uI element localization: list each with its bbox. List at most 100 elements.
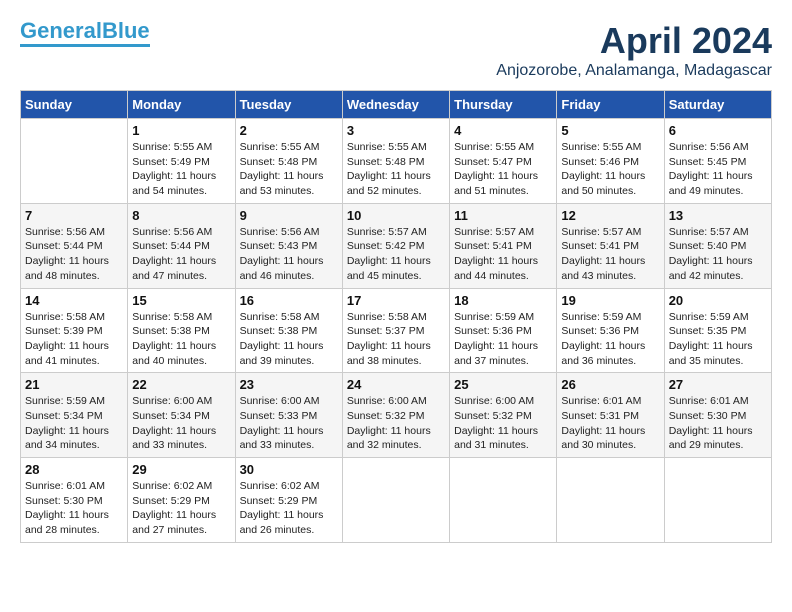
calendar-day-cell: 9 Sunrise: 5:56 AMSunset: 5:43 PMDaylight… <box>235 203 342 288</box>
calendar-day-cell: 1 Sunrise: 5:55 AMSunset: 5:49 PMDaylight… <box>128 119 235 204</box>
day-number: 6 <box>669 123 767 138</box>
calendar-day-cell: 8 Sunrise: 5:56 AMSunset: 5:44 PMDaylight… <box>128 203 235 288</box>
calendar-day-cell: 4 Sunrise: 5:55 AMSunset: 5:47 PMDaylight… <box>450 119 557 204</box>
day-info: Sunrise: 5:57 AMSunset: 5:40 PMDaylight:… <box>669 225 767 284</box>
calendar-header-row: SundayMondayTuesdayWednesdayThursdayFrid… <box>21 91 772 119</box>
day-number: 1 <box>132 123 230 138</box>
day-number: 3 <box>347 123 445 138</box>
day-info: Sunrise: 5:57 AMSunset: 5:42 PMDaylight:… <box>347 225 445 284</box>
day-number: 20 <box>669 293 767 308</box>
calendar-header-cell: Saturday <box>664 91 771 119</box>
day-info: Sunrise: 6:01 AMSunset: 5:30 PMDaylight:… <box>25 479 123 538</box>
day-number: 29 <box>132 462 230 477</box>
calendar-week-row: 1 Sunrise: 5:55 AMSunset: 5:49 PMDaylight… <box>21 119 772 204</box>
day-number: 4 <box>454 123 552 138</box>
day-number: 16 <box>240 293 338 308</box>
day-info: Sunrise: 6:02 AMSunset: 5:29 PMDaylight:… <box>132 479 230 538</box>
calendar-body: 1 Sunrise: 5:55 AMSunset: 5:49 PMDaylight… <box>21 119 772 543</box>
day-number: 11 <box>454 208 552 223</box>
day-info: Sunrise: 6:02 AMSunset: 5:29 PMDaylight:… <box>240 479 338 538</box>
day-number: 28 <box>25 462 123 477</box>
calendar-day-cell: 11 Sunrise: 5:57 AMSunset: 5:41 PMDayligh… <box>450 203 557 288</box>
calendar-week-row: 28 Sunrise: 6:01 AMSunset: 5:30 PMDayligh… <box>21 458 772 543</box>
calendar-day-cell: 21 Sunrise: 5:59 AMSunset: 5:34 PMDayligh… <box>21 373 128 458</box>
day-number: 17 <box>347 293 445 308</box>
calendar-day-cell: 24 Sunrise: 6:00 AMSunset: 5:32 PMDayligh… <box>342 373 449 458</box>
day-info: Sunrise: 5:55 AMSunset: 5:49 PMDaylight:… <box>132 140 230 199</box>
day-info: Sunrise: 5:56 AMSunset: 5:43 PMDaylight:… <box>240 225 338 284</box>
day-number: 2 <box>240 123 338 138</box>
day-number: 8 <box>132 208 230 223</box>
calendar-day-cell: 2 Sunrise: 5:55 AMSunset: 5:48 PMDaylight… <box>235 119 342 204</box>
day-info: Sunrise: 6:01 AMSunset: 5:30 PMDaylight:… <box>669 394 767 453</box>
day-info: Sunrise: 5:57 AMSunset: 5:41 PMDaylight:… <box>454 225 552 284</box>
calendar-week-row: 14 Sunrise: 5:58 AMSunset: 5:39 PMDayligh… <box>21 288 772 373</box>
day-info: Sunrise: 6:00 AMSunset: 5:32 PMDaylight:… <box>454 394 552 453</box>
calendar-day-cell: 22 Sunrise: 6:00 AMSunset: 5:34 PMDayligh… <box>128 373 235 458</box>
calendar-week-row: 7 Sunrise: 5:56 AMSunset: 5:44 PMDaylight… <box>21 203 772 288</box>
calendar-day-cell: 26Sunrise: 6:01 AMSunset: 5:31 PMDayligh… <box>557 373 664 458</box>
calendar-header-cell: Friday <box>557 91 664 119</box>
logo-part2: Blue <box>102 18 150 43</box>
calendar-header-cell: Wednesday <box>342 91 449 119</box>
calendar-day-cell: 16 Sunrise: 5:58 AMSunset: 5:38 PMDayligh… <box>235 288 342 373</box>
logo-part1: General <box>20 18 102 43</box>
logo-underline <box>20 44 150 47</box>
calendar-table: SundayMondayTuesdayWednesdayThursdayFrid… <box>20 90 772 543</box>
calendar-day-cell: 12Sunrise: 5:57 AMSunset: 5:41 PMDayligh… <box>557 203 664 288</box>
calendar-day-cell <box>21 119 128 204</box>
calendar-day-cell <box>342 458 449 543</box>
calendar-day-cell: 6 Sunrise: 5:56 AMSunset: 5:45 PMDaylight… <box>664 119 771 204</box>
day-number: 22 <box>132 377 230 392</box>
calendar-day-cell <box>664 458 771 543</box>
calendar-day-cell: 30 Sunrise: 6:02 AMSunset: 5:29 PMDayligh… <box>235 458 342 543</box>
calendar-day-cell: 20 Sunrise: 5:59 AMSunset: 5:35 PMDayligh… <box>664 288 771 373</box>
day-info: Sunrise: 5:58 AMSunset: 5:38 PMDaylight:… <box>132 310 230 369</box>
calendar-header-cell: Monday <box>128 91 235 119</box>
calendar-week-row: 21 Sunrise: 5:59 AMSunset: 5:34 PMDayligh… <box>21 373 772 458</box>
day-info: Sunrise: 6:01 AMSunset: 5:31 PMDaylight:… <box>561 394 659 453</box>
day-info: Sunrise: 6:00 AMSunset: 5:33 PMDaylight:… <box>240 394 338 453</box>
calendar-day-cell: 17 Sunrise: 5:58 AMSunset: 5:37 PMDayligh… <box>342 288 449 373</box>
day-info: Sunrise: 5:55 AMSunset: 5:47 PMDaylight:… <box>454 140 552 199</box>
day-number: 15 <box>132 293 230 308</box>
day-number: 5 <box>561 123 659 138</box>
calendar-day-cell: 10 Sunrise: 5:57 AMSunset: 5:42 PMDayligh… <box>342 203 449 288</box>
day-info: Sunrise: 5:56 AMSunset: 5:45 PMDaylight:… <box>669 140 767 199</box>
calendar-day-cell <box>450 458 557 543</box>
day-info: Sunrise: 6:00 AMSunset: 5:32 PMDaylight:… <box>347 394 445 453</box>
day-number: 14 <box>25 293 123 308</box>
day-info: Sunrise: 5:56 AMSunset: 5:44 PMDaylight:… <box>132 225 230 284</box>
calendar-day-cell: 18Sunrise: 5:59 AMSunset: 5:36 PMDayligh… <box>450 288 557 373</box>
calendar-day-cell: 28 Sunrise: 6:01 AMSunset: 5:30 PMDayligh… <box>21 458 128 543</box>
calendar-day-cell <box>557 458 664 543</box>
day-number: 30 <box>240 462 338 477</box>
calendar-day-cell: 27Sunrise: 6:01 AMSunset: 5:30 PMDayligh… <box>664 373 771 458</box>
calendar-day-cell: 15 Sunrise: 5:58 AMSunset: 5:38 PMDayligh… <box>128 288 235 373</box>
calendar-day-cell: 23Sunrise: 6:00 AMSunset: 5:33 PMDayligh… <box>235 373 342 458</box>
logo: GeneralBlue <box>20 20 150 47</box>
calendar-header-cell: Tuesday <box>235 91 342 119</box>
calendar-header-cell: Sunday <box>21 91 128 119</box>
month-title: April 2024 <box>496 20 772 62</box>
day-info: Sunrise: 5:59 AMSunset: 5:35 PMDaylight:… <box>669 310 767 369</box>
day-number: 10 <box>347 208 445 223</box>
day-info: Sunrise: 6:00 AMSunset: 5:34 PMDaylight:… <box>132 394 230 453</box>
day-number: 7 <box>25 208 123 223</box>
calendar-day-cell: 3 Sunrise: 5:55 AMSunset: 5:48 PMDaylight… <box>342 119 449 204</box>
day-info: Sunrise: 5:58 AMSunset: 5:39 PMDaylight:… <box>25 310 123 369</box>
day-info: Sunrise: 5:58 AMSunset: 5:38 PMDaylight:… <box>240 310 338 369</box>
day-info: Sunrise: 5:55 AMSunset: 5:48 PMDaylight:… <box>347 140 445 199</box>
day-info: Sunrise: 5:58 AMSunset: 5:37 PMDaylight:… <box>347 310 445 369</box>
day-info: Sunrise: 5:55 AMSunset: 5:48 PMDaylight:… <box>240 140 338 199</box>
day-number: 18 <box>454 293 552 308</box>
day-number: 21 <box>25 377 123 392</box>
day-info: Sunrise: 5:57 AMSunset: 5:41 PMDaylight:… <box>561 225 659 284</box>
calendar-day-cell: 7 Sunrise: 5:56 AMSunset: 5:44 PMDaylight… <box>21 203 128 288</box>
day-info: Sunrise: 5:59 AMSunset: 5:34 PMDaylight:… <box>25 394 123 453</box>
day-number: 9 <box>240 208 338 223</box>
day-number: 19 <box>561 293 659 308</box>
day-info: Sunrise: 5:56 AMSunset: 5:44 PMDaylight:… <box>25 225 123 284</box>
day-number: 24 <box>347 377 445 392</box>
calendar-day-cell: 29 Sunrise: 6:02 AMSunset: 5:29 PMDayligh… <box>128 458 235 543</box>
